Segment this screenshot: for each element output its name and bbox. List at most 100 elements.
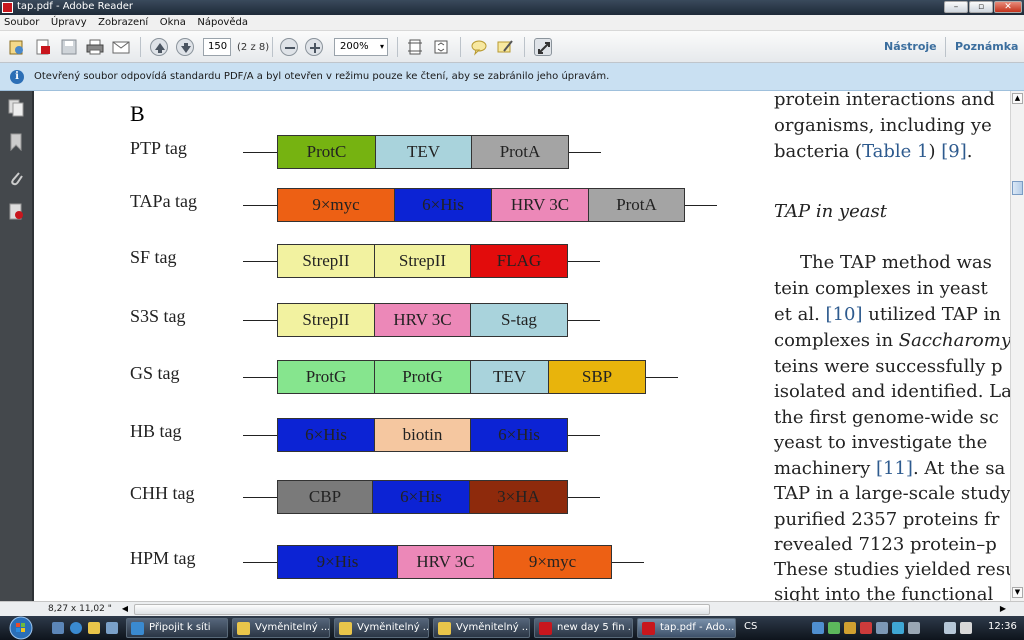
wifi-tray-icon[interactable]: [944, 622, 956, 634]
taskbar-item-label: Vyměnitelný ...: [255, 622, 330, 633]
window-title: tap.pdf - Adobe Reader: [17, 1, 133, 12]
internet-explorer-icon[interactable]: [70, 622, 82, 634]
scroll-up-icon[interactable]: ▲: [1012, 93, 1023, 104]
tag-name-label: GS tag: [130, 363, 180, 383]
tag-name-label: TAPa tag: [130, 191, 198, 211]
figure-part-label: B: [130, 101, 145, 126]
tag-segment: SBP: [549, 361, 645, 393]
volume-tray-icon[interactable]: [960, 622, 972, 634]
separator: [397, 37, 398, 57]
taskbar-item-label: new day 5 fin ...: [557, 622, 633, 633]
chevron-down-icon: ▾: [379, 42, 384, 51]
vertical-scrollbar[interactable]: ▲ ▼: [1010, 91, 1024, 601]
tag-name-label: S3S tag: [130, 306, 186, 326]
menu-bar: Soubor Úpravy Zobrazení Okna Nápověda: [0, 15, 1024, 31]
scroll-right-icon[interactable]: ▶: [996, 604, 1010, 615]
comment-link[interactable]: Poznámka: [955, 40, 1018, 53]
start-button[interactable]: [6, 616, 36, 640]
zoom-out-icon[interactable]: [280, 38, 298, 56]
section-heading: TAP in yeast: [774, 201, 887, 222]
tag-segment: FLAG: [471, 245, 567, 277]
linker-line: [646, 377, 678, 378]
linker-line: [243, 497, 277, 498]
scroll-left-icon[interactable]: ◀: [118, 604, 132, 615]
menu-window[interactable]: Okna: [156, 16, 190, 28]
page-number-input[interactable]: 150: [203, 38, 231, 56]
attachments-icon[interactable]: [8, 169, 24, 187]
info-icon: i: [10, 70, 24, 84]
tools-link[interactable]: Nástroje: [884, 40, 937, 53]
tag-construct: 9×myc 6×His HRV 3C ProtA: [277, 188, 685, 222]
save-icon[interactable]: [60, 38, 78, 56]
comment-bubble-icon[interactable]: [470, 38, 488, 56]
tag-segment: biotin: [375, 419, 471, 451]
tag-construct: StrepII StrepII FLAG: [277, 244, 568, 278]
signatures-icon[interactable]: [8, 203, 24, 221]
taskbar-app-icon: [642, 622, 655, 635]
previous-page-icon[interactable]: [150, 38, 168, 56]
page-thumbnails-icon[interactable]: [8, 99, 24, 117]
menu-view[interactable]: Zobrazení: [94, 16, 152, 28]
zoom-in-icon[interactable]: [305, 38, 323, 56]
status-bar: 8,27 x 11,02 " ◀ ▶: [0, 601, 1024, 616]
taskbar-app-icon: [339, 622, 352, 635]
tag-segment: StrepII: [375, 245, 471, 277]
toolbar: 150 (2 z 8) 200% ▾ Nástroje Poznámka: [0, 31, 1024, 63]
tag-construct: 9×His HRV 3C 9×myc: [277, 545, 612, 579]
horizontal-scroll-thumb[interactable]: [134, 604, 710, 615]
clock[interactable]: 12:36: [988, 621, 1017, 632]
linker-line: [568, 497, 600, 498]
next-page-icon[interactable]: [176, 38, 194, 56]
separator: [460, 37, 461, 57]
text-line: purified 2357 proteins fr: [774, 509, 1000, 530]
update-tray-icon[interactable]: [844, 622, 856, 634]
power-tray-icon[interactable]: [908, 622, 920, 634]
taskbar-item[interactable]: Připojit k síti: [126, 618, 228, 638]
create-pdf-icon[interactable]: [34, 38, 52, 56]
folder-icon[interactable]: [88, 622, 100, 634]
taskbar-app-icon: [539, 622, 552, 635]
info-message: Otevřený soubor odpovídá standardu PDF/A…: [34, 71, 610, 82]
linker-line: [568, 261, 600, 262]
menu-edit[interactable]: Úpravy: [47, 16, 91, 28]
document-view[interactable]: B PTP tag ProtC TEV ProtA TAPa tag 9×myc 6×His…: [36, 91, 1010, 601]
switch-windows-icon[interactable]: [106, 622, 118, 634]
print-icon[interactable]: [86, 38, 104, 56]
scroll-thumb[interactable]: [1012, 181, 1023, 195]
taskbar-item[interactable]: Vyměnitelný ...: [433, 618, 530, 638]
maximize-button[interactable]: ▫: [969, 1, 993, 13]
safely-remove-tray-icon[interactable]: [828, 622, 840, 634]
close-button[interactable]: ✕: [994, 1, 1022, 13]
network-tray-icon[interactable]: [812, 622, 824, 634]
fit-page-icon[interactable]: [406, 38, 424, 56]
tag-segment: S-tag: [471, 304, 567, 336]
fullscreen-icon[interactable]: [534, 38, 552, 56]
sign-pen-icon[interactable]: [496, 38, 514, 56]
open-icon[interactable]: [8, 38, 26, 56]
text-line: yeast to investigate the: [774, 432, 988, 453]
linker-line: [685, 205, 717, 206]
taskbar-item[interactable]: new day 5 fin ...: [534, 618, 633, 638]
bluetooth-tray-icon[interactable]: [892, 622, 904, 634]
zoom-select[interactable]: 200% ▾: [334, 38, 388, 56]
bookmarks-icon[interactable]: [8, 133, 24, 152]
antivirus-tray-icon[interactable]: [860, 622, 872, 634]
menu-help[interactable]: Nápověda: [193, 16, 252, 28]
minimize-button[interactable]: –: [944, 1, 968, 13]
taskbar-item[interactable]: tap.pdf - Ado...: [637, 618, 736, 638]
scroll-down-icon[interactable]: ▼: [1012, 587, 1023, 598]
show-desktop-icon[interactable]: [52, 622, 64, 634]
tag-segment: StrepII: [278, 245, 375, 277]
taskbar-item[interactable]: Vyměnitelný ...: [232, 618, 330, 638]
navigation-panel: [0, 91, 34, 601]
linker-line: [568, 320, 600, 321]
menu-file[interactable]: Soubor: [0, 16, 43, 28]
email-icon[interactable]: [112, 38, 130, 56]
fit-width-icon[interactable]: [432, 38, 450, 56]
app-tray-icon[interactable]: [876, 622, 888, 634]
taskbar-item-label: Připojit k síti: [149, 622, 211, 633]
taskbar-item[interactable]: Vyměnitelný ...: [334, 618, 429, 638]
text-line: TAP in a large-scale study: [774, 483, 1010, 504]
tag-segment: HRV 3C: [398, 546, 494, 578]
language-indicator[interactable]: CS: [744, 621, 757, 632]
